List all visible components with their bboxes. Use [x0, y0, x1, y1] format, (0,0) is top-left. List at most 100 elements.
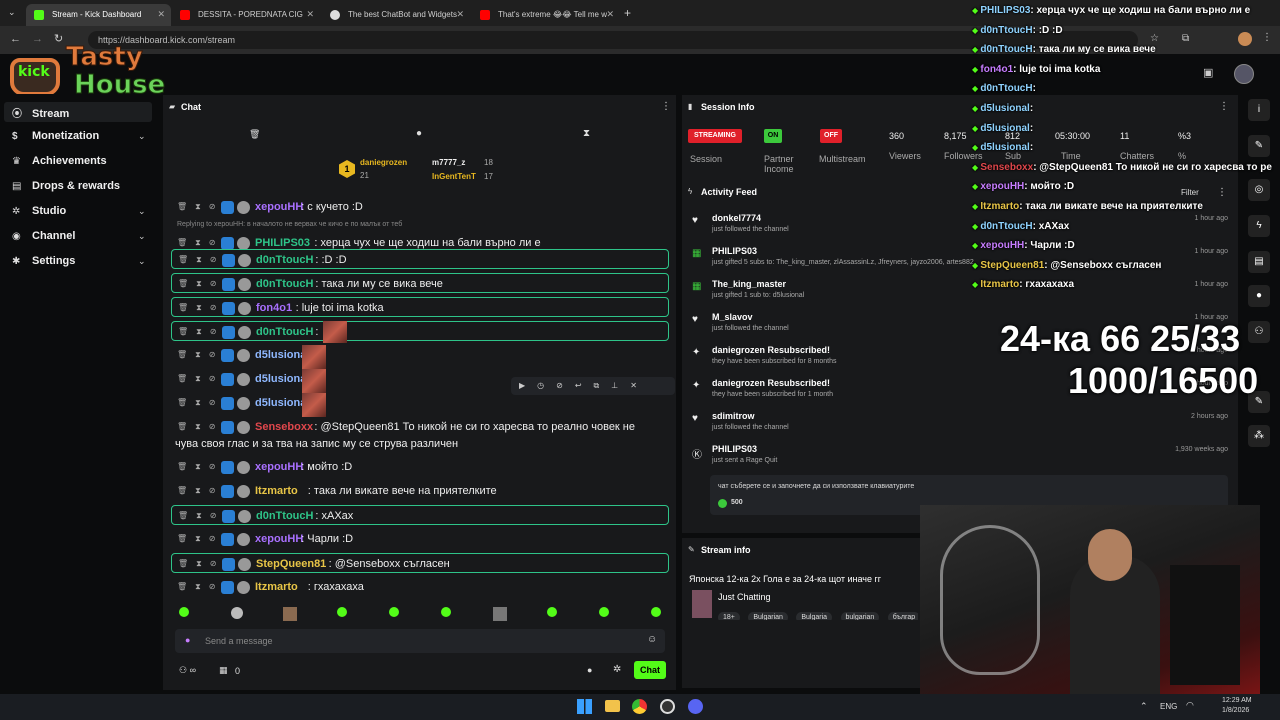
chat-message[interactable]: 🗑⧗⊘ fon4o1: luje toi ima kotka: [171, 297, 669, 317]
chat-username[interactable]: d0nTtoucH: [256, 326, 313, 338]
user-icon[interactable]: ⚇: [1248, 321, 1270, 343]
chat-bubble-icon[interactable]: ●: [416, 128, 422, 139]
clock-date[interactable]: 1/8/2026: [1222, 707, 1249, 714]
kebab-menu-icon[interactable]: ⋮: [1217, 187, 1227, 198]
chat-username[interactable]: Itzmarto: [255, 485, 298, 497]
moderation-icons[interactable]: 🗑⧗⊘: [178, 559, 224, 569]
gear-icon[interactable]: ✲: [613, 664, 621, 675]
stream-title[interactable]: Японска 12-ка 2x Гола е за 24-ка щот ина…: [689, 574, 919, 584]
target-icon[interactable]: ◎: [1248, 179, 1270, 201]
emote-icon[interactable]: [547, 607, 557, 617]
tab-youtube-2[interactable]: That's extreme 😂😂 Tell me w ✕: [472, 4, 620, 26]
emote-icon[interactable]: [389, 607, 399, 617]
chat-message[interactable]: 🗑⧗⊘ d0nTtoucH: така ли му се вика вече: [171, 273, 669, 293]
share-icon[interactable]: ⁂: [1248, 425, 1270, 447]
filter-button[interactable]: Filter: [1181, 188, 1199, 197]
extensions-icon[interactable]: ⧉: [1182, 33, 1189, 44]
activity-user[interactable]: The_king_master: [712, 279, 786, 289]
chat-username[interactable]: fon4o1: [256, 302, 292, 314]
sidebar-item-stream-label[interactable]: ⦿ Stream: [12, 105, 69, 120]
kebab-menu-icon[interactable]: ⋮: [661, 101, 671, 112]
emote-icon[interactable]: [441, 607, 451, 617]
close-icon[interactable]: ✕: [606, 9, 614, 20]
chat-message[interactable]: 🗑⧗⊘ d0nTtoucH:: [171, 321, 669, 341]
play-icon[interactable]: ▶: [519, 381, 537, 390]
profile-avatar[interactable]: [1238, 32, 1252, 46]
menu-icon[interactable]: ⋮: [1262, 32, 1272, 43]
emote-icon[interactable]: [179, 607, 189, 617]
message-input[interactable]: ● Send a message ☺: [175, 629, 665, 653]
chat-username[interactable]: Itzmarto: [255, 581, 298, 593]
tray-chevron-icon[interactable]: ⌃: [1140, 701, 1148, 712]
moderation-icons[interactable]: 🗑⧗⊘: [177, 350, 223, 360]
sidebar-item-achievements[interactable]: ♛ Achievements: [12, 155, 107, 167]
clock-icon[interactable]: ◷: [537, 381, 556, 390]
screen-icon[interactable]: ▣: [1203, 66, 1213, 79]
chevron-down-icon[interactable]: ⌄: [138, 256, 146, 267]
sidebar-item-drops[interactable]: ▤ Drops & rewards: [12, 180, 120, 192]
activity-user[interactable]: daniegrozen Resubscribed!: [712, 345, 830, 355]
chevron-down-icon[interactable]: ⌄: [138, 231, 146, 242]
users-icon[interactable]: ⚇ ∞: [179, 665, 196, 676]
profile-avatar[interactable]: [1234, 64, 1254, 84]
chevron-down-icon[interactable]: ⌄: [138, 206, 146, 217]
sidebar-item-studio[interactable]: ✲ Studio: [12, 205, 66, 217]
emoji-icon[interactable]: ☺: [647, 634, 657, 645]
kebab-menu-icon[interactable]: ⋮: [1219, 101, 1229, 112]
gift-icon[interactable]: ▦: [219, 665, 228, 676]
trash-icon[interactable]: 🗑: [249, 129, 260, 140]
tab-youtube-1[interactable]: DESSITA - POREDNATA CIG ✕: [172, 4, 320, 26]
chat-username[interactable]: xepouHH: [255, 201, 303, 213]
moderation-icons[interactable]: 🗑⧗⊘: [178, 279, 224, 289]
obs-icon[interactable]: [660, 699, 675, 714]
chevron-down-icon[interactable]: ⌄: [138, 131, 146, 142]
bookmark-star-icon[interactable]: ☆: [1150, 33, 1159, 44]
emote-icon[interactable]: [599, 607, 609, 617]
moderation-icons[interactable]: 🗑⧗⊘: [177, 486, 223, 496]
category-name[interactable]: Just Chatting: [718, 592, 771, 602]
windows-start-icon[interactable]: [577, 699, 592, 714]
moderation-icons[interactable]: 🗑⧗⊘: [177, 534, 223, 544]
chat-bubble-icon[interactable]: ●: [587, 665, 592, 675]
moderation-icons[interactable]: 🗑⧗⊘: [177, 462, 223, 472]
edit-icon[interactable]: ✎: [1248, 135, 1270, 157]
activity-user[interactable]: daniegrozen Resubscribed!: [712, 378, 830, 388]
activity-user[interactable]: M_slavov: [712, 312, 753, 322]
tab-chatbot[interactable]: The best ChatBot and Widgets ✕: [322, 4, 470, 26]
emote-icon[interactable]: [493, 607, 507, 621]
close-icon[interactable]: ✕: [306, 9, 314, 20]
new-tab-button[interactable]: +: [624, 6, 631, 20]
close-icon[interactable]: ✕: [157, 9, 165, 20]
wifi-icon[interactable]: ◠: [1186, 700, 1194, 711]
moderation-icons[interactable]: 🗑⧗⊘: [177, 374, 223, 384]
sidebar-item-settings[interactable]: ✱ Settings: [12, 255, 75, 267]
chat-bubble-icon[interactable]: ●: [1248, 285, 1270, 307]
chat-username[interactable]: PHILIPS03: [255, 237, 310, 249]
chat-username[interactable]: d0nTtoucH: [256, 278, 313, 290]
moderation-icons[interactable]: 🗑⧗⊘: [178, 327, 224, 337]
moderation-icons[interactable]: 🗑⧗⊘: [178, 303, 224, 313]
pin-icon[interactable]: ⊥: [611, 381, 630, 390]
tab-search-icon[interactable]: ⌄: [8, 7, 16, 18]
delete-icon[interactable]: ✕: [630, 381, 649, 390]
chat-message[interactable]: 🗑⧗⊘ d0nTtoucH: хАХах: [171, 505, 669, 525]
moderation-icons[interactable]: 🗑⧗⊘: [178, 255, 224, 265]
activity-user[interactable]: PHILIPS03: [712, 444, 757, 454]
chat-message[interactable]: 🗑⧗⊘ d0nTtoucH: :D :D: [171, 249, 669, 269]
moderation-icons[interactable]: 🗑⧗⊘: [177, 422, 223, 432]
chat-message[interactable]: 🗑⧗⊘ StepQueen81: @Senseboxx съгласен: [171, 553, 669, 573]
chat-username[interactable]: d0nTtoucH: [256, 254, 313, 266]
activity-user[interactable]: PHILIPS03: [712, 246, 757, 256]
moderation-icons[interactable]: 🗑⧗⊘: [177, 582, 223, 592]
activity-user[interactable]: donkel7774: [712, 213, 761, 223]
chat-username[interactable]: Senseboxx: [255, 421, 313, 433]
mute-icon[interactable]: ⊘: [556, 381, 575, 390]
close-icon[interactable]: ✕: [456, 9, 464, 20]
emote-icon[interactable]: [283, 607, 297, 621]
hourglass-icon[interactable]: ⧗: [583, 128, 590, 139]
clock-time[interactable]: 12:29 AM: [1222, 697, 1252, 704]
info-icon[interactable]: i: [1248, 99, 1270, 121]
chat-username[interactable]: xepouHH: [255, 461, 303, 473]
discord-icon[interactable]: [688, 699, 703, 714]
chrome-icon[interactable]: [632, 699, 647, 714]
